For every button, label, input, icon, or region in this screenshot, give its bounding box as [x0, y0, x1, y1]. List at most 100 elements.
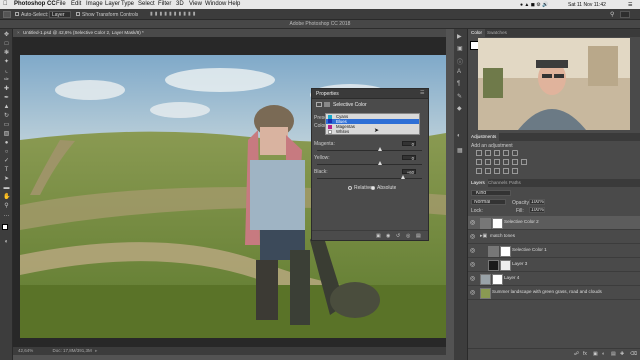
visibility-eye-icon[interactable]: ◎: [470, 261, 475, 268]
layer-row[interactable]: ◎ Selective Color 1: [468, 244, 640, 258]
absolute-radio[interactable]: [371, 186, 375, 190]
black-white-adj-icon[interactable]: [494, 159, 500, 165]
brush-tool-icon[interactable]: ✒: [3, 95, 10, 101]
menu-image[interactable]: Image: [86, 1, 103, 7]
clip-to-layer-icon[interactable]: ▣: [376, 233, 381, 239]
menu-type[interactable]: Type: [121, 1, 134, 7]
color-balance-adj-icon[interactable]: [485, 159, 491, 165]
close-tab-icon[interactable]: ×: [17, 30, 20, 35]
menu-select[interactable]: Select: [138, 1, 155, 7]
search-icon[interactable]: ⚲: [610, 11, 614, 18]
eraser-tool-icon[interactable]: ▭: [3, 122, 10, 128]
marquee-tool-icon[interactable]: □: [3, 41, 10, 47]
menu-file[interactable]: File: [56, 1, 66, 7]
yellow-slider-knob[interactable]: [377, 161, 382, 165]
document-tab[interactable]: × Untitled-1.psd @ 42,6% (Selective Colo…: [13, 29, 446, 37]
levels-adj-icon[interactable]: [485, 150, 491, 156]
black-slider[interactable]: [317, 178, 422, 179]
brush-settings-icon[interactable]: ✎: [457, 93, 462, 100]
link-layers-icon[interactable]: ☍: [574, 351, 579, 357]
blur-tool-icon[interactable]: ●: [3, 140, 10, 146]
healing-tool-icon[interactable]: ✚: [3, 86, 10, 92]
layer-row[interactable]: ◎ Summer landscape with green grass, roa…: [468, 286, 640, 300]
shape-tool-icon[interactable]: ▬: [3, 185, 10, 191]
dodge-tool-icon[interactable]: ○: [3, 149, 10, 155]
layer-row[interactable]: ◎ Layer 4: [468, 272, 640, 286]
auto-select-checkbox[interactable]: [15, 12, 19, 16]
selective-color-adj-icon[interactable]: [503, 168, 509, 174]
auto-select-dropdown[interactable]: Layer: [49, 11, 71, 18]
menu-view[interactable]: View: [189, 1, 202, 7]
reset-icon[interactable]: ↺: [396, 233, 400, 239]
eyedropper-tool-icon[interactable]: ✑: [3, 77, 10, 83]
menu-window[interactable]: Window: [205, 1, 226, 7]
exposure-adj-icon[interactable]: [503, 150, 509, 156]
layer-row[interactable]: ◎ Selective Color 2: [468, 216, 640, 230]
hand-tool-icon[interactable]: ✋: [3, 194, 10, 200]
dropdown-option-whites[interactable]: Whites: [336, 129, 349, 134]
quick-mask-icon[interactable]: ◐: [3, 239, 10, 245]
layer-mask-thumbnail[interactable]: [500, 246, 511, 257]
crop-tool-icon[interactable]: ⌞: [3, 68, 10, 74]
curves-adj-icon[interactable]: [494, 150, 500, 156]
brightness-adj-icon[interactable]: [476, 150, 482, 156]
yellow-value[interactable]: 0: [402, 155, 416, 161]
adjustments-title[interactable]: Adjustments: [468, 133, 500, 141]
invert-adj-icon[interactable]: [476, 168, 482, 174]
paragraph-icon[interactable]: ¶: [457, 81, 460, 87]
gradient-tool-icon[interactable]: ▧: [3, 131, 10, 137]
libraries-icon[interactable]: ▦: [457, 147, 463, 154]
move-tool-icon[interactable]: ✥: [3, 32, 10, 38]
quick-select-tool-icon[interactable]: ✦: [3, 59, 10, 65]
tab-color[interactable]: Color: [468, 29, 485, 37]
delete-layer-icon[interactable]: ⌫: [630, 351, 637, 357]
layer-filter-kind[interactable]: Kind: [471, 190, 511, 196]
fill-value[interactable]: 100%: [529, 207, 545, 213]
panel-menu-icon[interactable]: ☰: [420, 90, 424, 96]
history-brush-icon[interactable]: ↻: [3, 113, 10, 119]
yellow-slider[interactable]: [317, 164, 422, 165]
photo-filter-adj-icon[interactable]: [503, 159, 509, 165]
pen-tool-icon[interactable]: ✓: [3, 158, 10, 164]
visibility-eye-icon[interactable]: ◎: [470, 233, 475, 240]
actions-icon[interactable]: ▣: [457, 45, 463, 52]
tab-swatches[interactable]: Swatches: [484, 29, 510, 37]
status-icons[interactable]: ● ▲ ◼ ⚙ 🔊: [520, 2, 548, 8]
channel-mixer-adj-icon[interactable]: [512, 159, 518, 165]
zoom-tool-icon[interactable]: ⚲: [3, 203, 10, 209]
layer-mask-thumbnail[interactable]: [492, 218, 503, 229]
opacity-value[interactable]: 100%: [529, 199, 545, 205]
path-select-icon[interactable]: ➤: [3, 176, 10, 182]
layer-row[interactable]: ◎ Layer 3: [468, 258, 640, 272]
visibility-eye-icon[interactable]: ◎: [470, 275, 475, 282]
magenta-slider[interactable]: [317, 150, 422, 151]
menu-layer[interactable]: Layer: [105, 1, 120, 7]
menu-edit[interactable]: Edit: [71, 1, 81, 7]
magenta-slider-knob[interactable]: [377, 147, 382, 151]
character-icon[interactable]: A: [457, 69, 461, 75]
transform-checkbox[interactable]: [76, 12, 80, 16]
lasso-tool-icon[interactable]: ❃: [3, 50, 10, 56]
visibility-eye-icon[interactable]: ◎: [470, 247, 475, 254]
posterize-adj-icon[interactable]: [485, 168, 491, 174]
stamp-tool-icon[interactable]: ▲: [3, 104, 10, 110]
blend-mode-dropdown[interactable]: Normal: [471, 199, 506, 205]
history-icon[interactable]: ▶: [457, 33, 462, 40]
menu-list-icon[interactable]: ☰: [628, 2, 632, 8]
visibility-eye-icon[interactable]: ◎: [470, 219, 475, 226]
view-previous-icon[interactable]: ◉: [386, 233, 390, 239]
color-lookup-adj-icon[interactable]: [521, 159, 527, 165]
add-mask-icon[interactable]: ▣: [593, 351, 598, 357]
trash-icon[interactable]: ▤: [416, 233, 421, 239]
status-menu-icon[interactable]: ▸: [95, 348, 97, 353]
black-slider-knob[interactable]: [400, 175, 405, 179]
tab-paths[interactable]: Paths: [506, 179, 524, 187]
menu-help[interactable]: Help: [228, 1, 240, 7]
menu-filter[interactable]: Filter: [158, 1, 171, 7]
type-tool-icon[interactable]: T: [3, 167, 10, 173]
menu-3d[interactable]: 3D: [176, 1, 184, 7]
new-adjustment-icon[interactable]: ◐: [602, 351, 605, 357]
clone-source-icon[interactable]: ◆: [457, 105, 462, 112]
move-tool-icon[interactable]: [3, 11, 11, 18]
visibility-icon[interactable]: ◎: [406, 233, 410, 239]
